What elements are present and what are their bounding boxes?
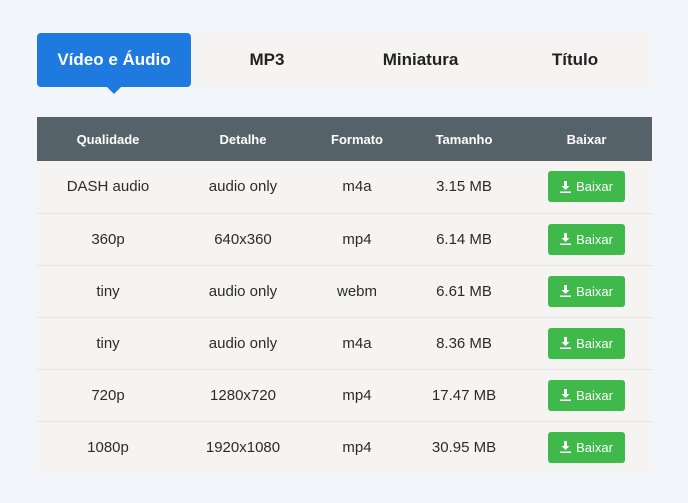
download-button[interactable]: Baixar: [548, 275, 625, 307]
download-icon: [560, 233, 572, 245]
table-row: 1080p 1920x1080 mp4 30.95 MB Baixar: [37, 421, 652, 473]
cell-size: 3.15 MB: [436, 178, 492, 196]
download-panel: Vídeo e Áudio MP3 Miniatura Título Quali…: [37, 33, 652, 473]
table-header-row: Qualidade Detalhe Formato Tamanho Baixar: [37, 117, 652, 161]
download-button[interactable]: Baixar: [548, 223, 625, 255]
cell-download: Baixar: [521, 421, 652, 473]
download-icon: [560, 441, 572, 454]
download-button[interactable]: Baixar: [548, 379, 625, 411]
download-button-label: Baixar: [576, 439, 613, 455]
cell-detail: 640x360: [214, 230, 272, 248]
cell-detail: 1280x720: [210, 386, 276, 404]
header-download: Baixar: [566, 131, 607, 147]
cell-download: Baixar: [521, 213, 652, 265]
cell-format: webm: [336, 282, 377, 300]
download-icon: [560, 285, 572, 297]
table-row: tiny audio only webm 6.61 MB Baixar: [37, 265, 652, 317]
cell-size: 8.36 MB: [436, 334, 492, 352]
cell-quality: 720p: [91, 386, 125, 404]
tab-label: Miniatura: [382, 50, 459, 69]
table-row: DASH audio audio only m4a 3.15 MB Baixar: [37, 161, 652, 213]
download-button[interactable]: Baixar: [548, 431, 625, 463]
download-table: Qualidade Detalhe Formato Tamanho Baixar…: [37, 117, 652, 473]
download-button[interactable]: Baixar: [548, 171, 625, 203]
cell-detail: audio only: [208, 282, 278, 300]
cell-size: 17.47 MB: [431, 386, 497, 404]
cell-size: 6.14 MB: [436, 230, 492, 248]
cell-format: m4a: [342, 178, 372, 196]
table-row: tiny audio only m4a 8.36 MB Baixar: [37, 317, 652, 369]
tab-label: MP3: [249, 50, 285, 69]
cell-quality: DASH audio: [66, 178, 150, 196]
header-format: Formato: [331, 131, 383, 147]
tab-label: Vídeo e Áudio: [57, 50, 171, 69]
cell-download: Baixar: [521, 369, 652, 421]
download-icon: [560, 180, 572, 193]
cell-download: Baixar: [521, 317, 652, 369]
cell-quality: tiny: [96, 282, 120, 300]
cell-detail: audio only: [208, 178, 278, 196]
table-row: 360p 640x360 mp4 6.14 MB Baixar: [37, 213, 652, 265]
download-button-label: Baixar: [576, 387, 613, 403]
download-icon: [560, 389, 572, 401]
download-button[interactable]: Baixar: [548, 327, 625, 359]
cell-download: Baixar: [521, 265, 652, 317]
cell-format: mp4: [342, 386, 372, 404]
cell-quality: 1080p: [87, 438, 129, 456]
table-row: 720p 1280x720 mp4 17.47 MB Baixar: [37, 369, 652, 421]
download-button-label: Baixar: [576, 231, 613, 247]
format-tabs: Vídeo e Áudio MP3 Miniatura Título: [37, 33, 652, 94]
download-icon: [560, 337, 572, 349]
download-button-label: Baixar: [576, 179, 613, 195]
cell-format: mp4: [342, 230, 372, 248]
tab-miniatura[interactable]: Miniatura: [343, 33, 498, 87]
header-detail: Detalhe: [219, 131, 267, 147]
header-size: Tamanho: [435, 131, 493, 147]
cell-size: 6.61 MB: [436, 282, 492, 300]
cell-format: m4a: [342, 334, 372, 352]
tab-titulo[interactable]: Título: [498, 33, 652, 87]
cell-download: Baixar: [521, 161, 652, 213]
tab-mp3[interactable]: MP3: [191, 33, 343, 87]
cell-detail: audio only: [208, 334, 278, 352]
cell-quality: 360p: [91, 230, 125, 248]
tab-label: Título: [551, 50, 599, 69]
cell-detail: 1920x1080: [205, 438, 281, 456]
tab-video-audio[interactable]: Vídeo e Áudio: [37, 33, 191, 94]
active-tab-arrow: [107, 87, 121, 94]
cell-size: 30.95 MB: [431, 438, 497, 456]
download-button-label: Baixar: [576, 283, 613, 299]
header-quality: Qualidade: [76, 131, 140, 147]
download-button-label: Baixar: [576, 335, 613, 351]
cell-format: mp4: [342, 438, 372, 456]
cell-quality: tiny: [96, 334, 120, 352]
